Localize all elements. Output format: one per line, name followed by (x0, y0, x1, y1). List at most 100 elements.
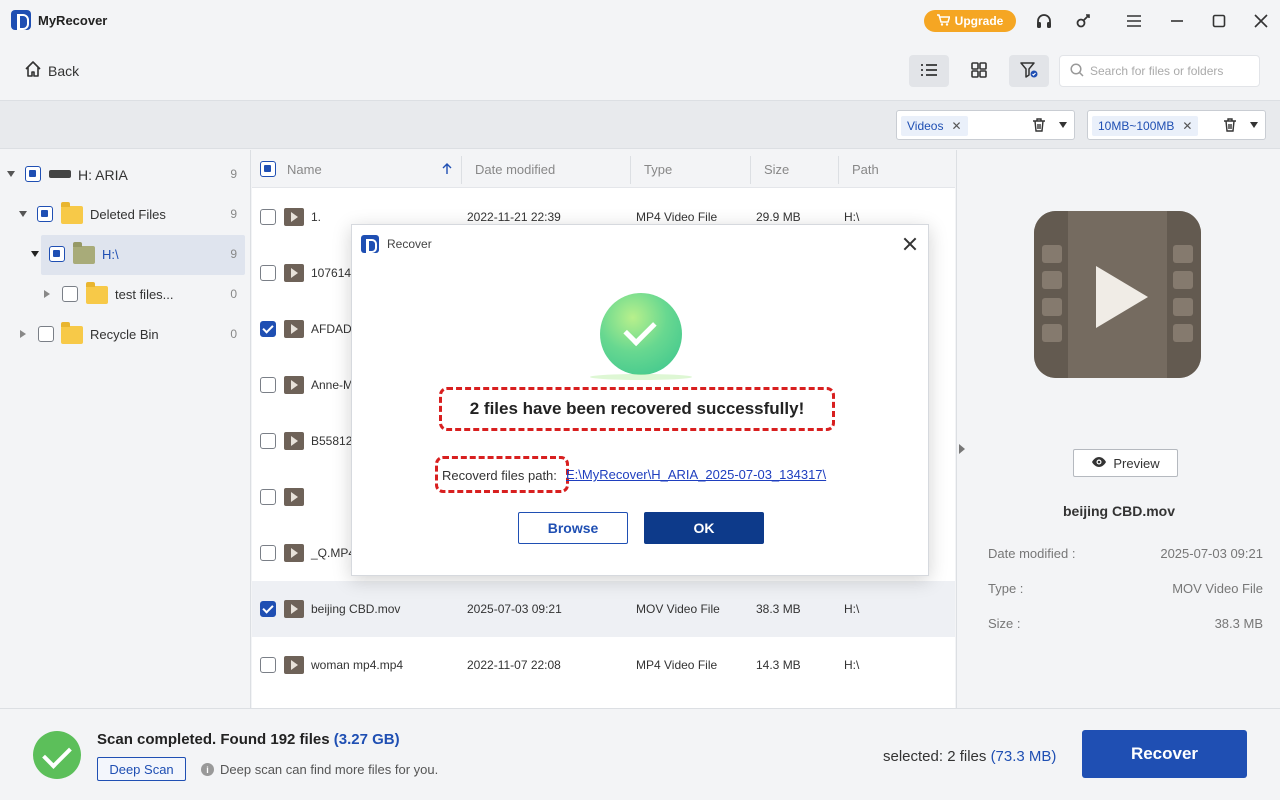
chevron-down-icon[interactable] (1059, 122, 1067, 128)
grid-icon (971, 61, 987, 81)
cell-type: MP4 Video File (636, 210, 718, 224)
remove-tag-icon[interactable]: ✕ (1182, 119, 1192, 133)
home-icon (24, 60, 42, 81)
ok-button[interactable]: OK (644, 512, 764, 544)
grid-view-button[interactable] (959, 55, 999, 87)
row-checkbox[interactable] (260, 657, 276, 673)
scan-complete-icon (33, 731, 81, 779)
sort-arrow-icon[interactable] (442, 163, 452, 178)
deep-scan-button[interactable]: Deep Scan (97, 757, 186, 781)
row-checkbox[interactable] (260, 489, 276, 505)
recover-button[interactable]: Recover (1082, 730, 1247, 778)
expand-icon[interactable] (31, 251, 39, 257)
tree-item-recycle-bin[interactable]: Recycle Bin 0 (0, 315, 251, 353)
tree-item-test-files[interactable]: test files... 0 (0, 275, 251, 313)
filter-tag-videos: Videos ✕ (901, 116, 968, 136)
column-name[interactable]: Name (287, 162, 322, 177)
recovered-path-link[interactable]: E:\MyRecover\H_ARIA_2025-07-03_134317\ (566, 467, 826, 482)
expand-icon[interactable] (19, 211, 27, 217)
status-footer: Scan completed. Found 192 files (3.27 GB… (0, 708, 1280, 800)
expand-icon[interactable] (7, 171, 15, 177)
menu-icon[interactable] (1123, 10, 1145, 32)
cell-path: H:\ (844, 658, 860, 672)
tree-item-label: Recycle Bin (90, 327, 159, 342)
list-view-button[interactable] (909, 55, 949, 87)
cell-size: 38.3 MB (756, 602, 801, 616)
close-window-icon[interactable] (1250, 10, 1272, 32)
close-icon[interactable] (901, 235, 919, 253)
row-checkbox[interactable] (260, 545, 276, 561)
tree-checkbox[interactable] (38, 326, 54, 342)
expand-icon[interactable] (44, 290, 50, 298)
cell-name: _Q.MP4 (311, 546, 356, 560)
chevron-down-icon[interactable] (1250, 122, 1258, 128)
back-button[interactable]: Back (24, 60, 79, 81)
search-box (1059, 55, 1260, 87)
filter-bar: Videos ✕ 10MB~100MB ✕ (0, 100, 1280, 149)
cell-size: 14.3 MB (756, 658, 801, 672)
folder-icon (73, 242, 95, 264)
collapse-panel-icon[interactable] (959, 444, 965, 454)
tree-checkbox[interactable] (62, 286, 78, 302)
table-row[interactable]: woman mp4.mp4 2022-11-07 22:08 MP4 Video F… (252, 637, 955, 693)
cell-name: B55812 (311, 434, 353, 448)
folder-tree: H: ARIA 9 Deleted Files 9 H:\ 9 test fil… (0, 150, 251, 708)
cell-name: 1. (311, 210, 322, 224)
video-icon (284, 488, 304, 506)
minimize-icon[interactable] (1166, 10, 1188, 32)
tree-item-drive[interactable]: H: ARIA 9 (0, 155, 251, 193)
meta-type-label: Type : (988, 581, 1024, 596)
row-checkbox[interactable] (260, 209, 276, 225)
cell-name: beijing CBD.mov (311, 602, 401, 616)
app-title: MyRecover (38, 13, 108, 28)
preview-file-name: beijing CBD.mov (1062, 503, 1175, 519)
row-checkbox[interactable] (260, 321, 276, 337)
preview-button[interactable]: Preview (1073, 449, 1178, 477)
column-path[interactable]: Path (852, 162, 879, 177)
cart-icon (936, 13, 951, 29)
row-checkbox[interactable] (260, 433, 276, 449)
column-date-modified[interactable]: Date modified (475, 162, 555, 177)
tree-checkbox[interactable] (25, 166, 41, 182)
success-message: 2 files have been recovered successfully… (469, 399, 805, 418)
selected-count: selected: 2 files (883, 748, 987, 765)
expand-icon[interactable] (20, 330, 26, 338)
success-check-icon (600, 293, 682, 375)
app-logo-icon (11, 10, 31, 30)
headset-icon[interactable] (1033, 10, 1055, 32)
tree-item-label: H: ARIA (78, 167, 128, 183)
tree-item-label: H:\ (102, 247, 119, 262)
remove-tag-icon[interactable]: ✕ (951, 119, 961, 133)
trash-icon[interactable] (1222, 117, 1238, 133)
select-all-checkbox[interactable] (260, 161, 276, 177)
app-logo-icon (361, 235, 379, 253)
browse-button[interactable]: Browse (518, 512, 628, 544)
filter-button[interactable] (1009, 55, 1049, 87)
upgrade-button[interactable]: Upgrade (924, 10, 1016, 32)
recover-dialog: Recover 2 files have been recovered succ… (351, 224, 929, 576)
search-icon (1070, 62, 1084, 80)
row-checkbox[interactable] (260, 265, 276, 281)
column-size[interactable]: Size (764, 162, 789, 177)
trash-icon[interactable] (1031, 117, 1047, 133)
column-type[interactable]: Type (644, 162, 672, 177)
table-row[interactable]: beijing CBD.mov 2025-07-03 09:21 MOV Video… (252, 581, 955, 637)
search-input[interactable] (1090, 64, 1250, 78)
drive-icon (49, 170, 71, 178)
tree-checkbox[interactable] (37, 206, 53, 222)
meta-type-value: MOV Video File (1172, 581, 1263, 596)
tree-item-h-root[interactable]: H:\ 9 (0, 235, 251, 275)
back-label: Back (48, 62, 80, 79)
toolbar: Back (0, 42, 1280, 100)
row-checkbox[interactable] (260, 601, 276, 617)
meta-date-label: Date modified : (988, 546, 1076, 561)
tree-item-deleted-files[interactable]: Deleted Files 9 (0, 195, 251, 233)
row-checkbox[interactable] (260, 377, 276, 393)
preview-panel: Preview beijing CBD.mov Date modified : … (956, 150, 1280, 708)
maximize-icon[interactable] (1208, 10, 1230, 32)
tree-checkbox[interactable] (49, 246, 65, 262)
file-type-filter[interactable]: Videos ✕ (896, 110, 1075, 140)
tools-icon[interactable] (1072, 10, 1094, 32)
recovered-path-label: Recoverd files path: (442, 468, 557, 483)
file-size-filter[interactable]: 10MB~100MB ✕ (1087, 110, 1266, 140)
